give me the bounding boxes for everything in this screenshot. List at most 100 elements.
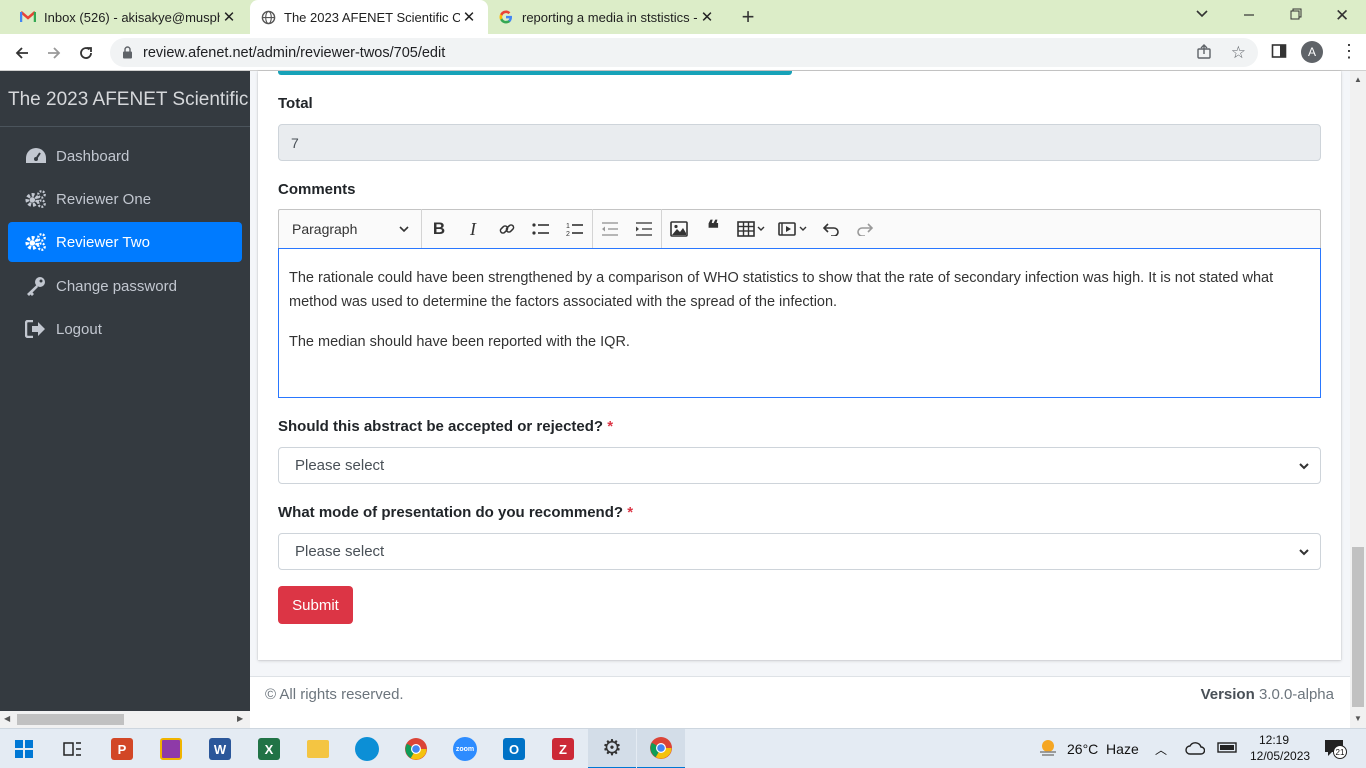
total-field: 7 bbox=[278, 124, 1321, 161]
browser-tab-bar: Inbox (526) - akisakye@musph.ac.ug ✕ The… bbox=[0, 0, 1366, 34]
notifications-icon[interactable]: 21 bbox=[1324, 739, 1347, 759]
presentation-select-value: Please select bbox=[295, 543, 385, 560]
excel-icon[interactable]: X bbox=[245, 729, 293, 768]
gmail-icon bbox=[20, 9, 36, 25]
outdent-icon[interactable] bbox=[593, 209, 627, 249]
vertical-scroll-thumb[interactable] bbox=[1352, 547, 1364, 707]
system-clock[interactable]: 12:19 12/05/2023 bbox=[1250, 732, 1310, 764]
chrome-icon[interactable] bbox=[392, 729, 440, 768]
weather-text[interactable]: 26°C Haze bbox=[1067, 741, 1139, 757]
heading-dropdown[interactable]: Paragraph bbox=[279, 209, 421, 249]
horizontal-scroll-thumb[interactable] bbox=[17, 714, 124, 725]
svg-text:2: 2 bbox=[566, 231, 570, 237]
decision-select-value: Please select bbox=[295, 457, 385, 474]
scroll-right-arrow-icon[interactable]: ▶ bbox=[237, 714, 243, 723]
version-value: 3.0.0-alpha bbox=[1258, 686, 1334, 703]
scrolled-info-bar bbox=[278, 71, 792, 75]
bulleted-list-icon[interactable] bbox=[524, 209, 558, 249]
decision-select[interactable]: Please select bbox=[278, 447, 1321, 484]
chrome-profile-icon[interactable] bbox=[637, 729, 685, 768]
close-window-icon[interactable]: ✕ bbox=[1335, 6, 1353, 25]
new-tab-button[interactable]: + bbox=[734, 6, 762, 28]
onedrive-sync-icon[interactable] bbox=[1185, 740, 1206, 761]
brand-title[interactable]: The 2023 AFENET Scientific Conference bbox=[8, 89, 250, 111]
bookmark-star-icon[interactable]: ☆ bbox=[1231, 43, 1246, 63]
sidebar-item-label: Dashboard bbox=[56, 147, 130, 165]
presentation-label: What mode of presentation do you recomme… bbox=[278, 504, 633, 521]
insert-image-icon[interactable] bbox=[662, 209, 696, 249]
required-marker: * bbox=[627, 504, 634, 521]
sidebar-item-reviewer-one[interactable]: Reviewer One bbox=[8, 179, 242, 219]
editor-toolbar: Paragraph B I 12 ❝ bbox=[278, 209, 1321, 249]
sidebar-item-reviewer-two[interactable]: Reviewer Two bbox=[8, 222, 242, 262]
task-view-icon[interactable] bbox=[48, 729, 96, 768]
comments-editor[interactable]: The rationale could have been strengthen… bbox=[278, 248, 1321, 398]
url-text[interactable]: review.afenet.net/admin/reviewer-twos/70… bbox=[143, 45, 445, 61]
sidebar-divider bbox=[0, 126, 250, 127]
vertical-scrollbar[interactable]: ▲ ▼ bbox=[1350, 71, 1366, 728]
bold-icon[interactable]: B bbox=[422, 209, 456, 249]
redo-icon[interactable] bbox=[848, 209, 882, 249]
profile-avatar[interactable]: A bbox=[1301, 41, 1323, 63]
tab-gmail[interactable]: Inbox (526) - akisakye@musph.ac.ug ✕ bbox=[10, 0, 248, 34]
notification-count-badge: 21 bbox=[1333, 745, 1347, 759]
sidebar-horizontal-scrollbar[interactable]: ◀ ▶ bbox=[0, 711, 250, 728]
presentation-select[interactable]: Please select bbox=[278, 533, 1321, 570]
close-tab-icon[interactable]: ✕ bbox=[698, 8, 716, 26]
forward-arrow-icon[interactable] bbox=[40, 39, 68, 67]
chevron-down-icon bbox=[1298, 545, 1310, 562]
file-explorer-icon[interactable] bbox=[294, 729, 342, 768]
powerpoint-icon[interactable]: P bbox=[98, 729, 146, 768]
word-icon[interactable]: W bbox=[196, 729, 244, 768]
google-icon bbox=[498, 9, 514, 25]
required-marker: * bbox=[607, 418, 614, 435]
sidebar-item-change-password[interactable]: Change password bbox=[8, 266, 242, 306]
submit-button[interactable]: Submit bbox=[278, 586, 353, 624]
lock-icon[interactable] bbox=[122, 46, 133, 59]
undo-icon[interactable] bbox=[814, 209, 848, 249]
media-embed-icon[interactable] bbox=[772, 209, 814, 249]
network-icon[interactable] bbox=[1217, 741, 1237, 760]
windows-start-icon[interactable] bbox=[0, 729, 48, 768]
insert-table-icon[interactable] bbox=[730, 209, 772, 249]
close-tab-icon[interactable]: ✕ bbox=[220, 8, 238, 26]
close-tab-icon[interactable]: ✕ bbox=[460, 8, 478, 26]
edge-icon[interactable] bbox=[343, 729, 391, 768]
sidebar-item-dashboard[interactable]: Dashboard bbox=[8, 136, 242, 176]
scroll-down-arrow-icon[interactable]: ▼ bbox=[1354, 714, 1362, 723]
reload-icon[interactable] bbox=[72, 39, 100, 67]
share-icon[interactable] bbox=[1196, 44, 1212, 64]
tab-search-icon[interactable] bbox=[1195, 6, 1215, 26]
weather-icon[interactable] bbox=[1038, 738, 1058, 758]
link-icon[interactable] bbox=[490, 209, 524, 249]
more-menu-icon[interactable]: ⋮ bbox=[1340, 42, 1358, 62]
side-panel-icon[interactable] bbox=[1271, 43, 1289, 61]
minimize-icon[interactable] bbox=[1242, 8, 1260, 24]
tab-title: The 2023 AFENET Scientific Conference bbox=[284, 9, 460, 25]
total-label: Total bbox=[278, 95, 313, 112]
heading-dropdown-value: Paragraph bbox=[292, 221, 358, 237]
tab-afenet[interactable]: The 2023 AFENET Scientific Conference ✕ bbox=[250, 0, 488, 34]
block-quote-icon[interactable]: ❝ bbox=[696, 209, 730, 249]
italic-icon[interactable]: I bbox=[456, 209, 490, 249]
zoom-icon[interactable]: zoom bbox=[441, 729, 489, 768]
numbered-list-icon[interactable]: 12 bbox=[558, 209, 592, 249]
decision-label: Should this abstract be accepted or reje… bbox=[278, 418, 613, 435]
winrar-icon[interactable] bbox=[147, 729, 195, 768]
tab-google-search[interactable]: reporting a media in ststistics - Google… bbox=[488, 0, 726, 34]
sidebar-item-logout[interactable]: Logout bbox=[8, 309, 242, 349]
indent-icon[interactable] bbox=[627, 209, 661, 249]
version-label: Version bbox=[1200, 686, 1255, 703]
sidebar-item-label: Reviewer One bbox=[56, 190, 152, 208]
settings-gear-icon[interactable]: ⚙ bbox=[588, 729, 636, 768]
scroll-left-arrow-icon[interactable]: ◀ bbox=[4, 714, 10, 723]
scroll-up-arrow-icon[interactable]: ▲ bbox=[1354, 75, 1362, 84]
outlook-icon[interactable]: O bbox=[490, 729, 538, 768]
sidebar-item-label: Logout bbox=[56, 320, 102, 338]
back-arrow-icon[interactable] bbox=[8, 39, 36, 67]
restore-icon[interactable] bbox=[1289, 7, 1307, 23]
zotero-icon[interactable]: Z bbox=[539, 729, 587, 768]
show-hidden-icons-chevron-icon[interactable]: ︿ bbox=[1155, 741, 1167, 758]
cogs-icon bbox=[25, 231, 47, 253]
address-bar[interactable]: review.afenet.net/admin/reviewer-twos/70… bbox=[110, 38, 1258, 67]
